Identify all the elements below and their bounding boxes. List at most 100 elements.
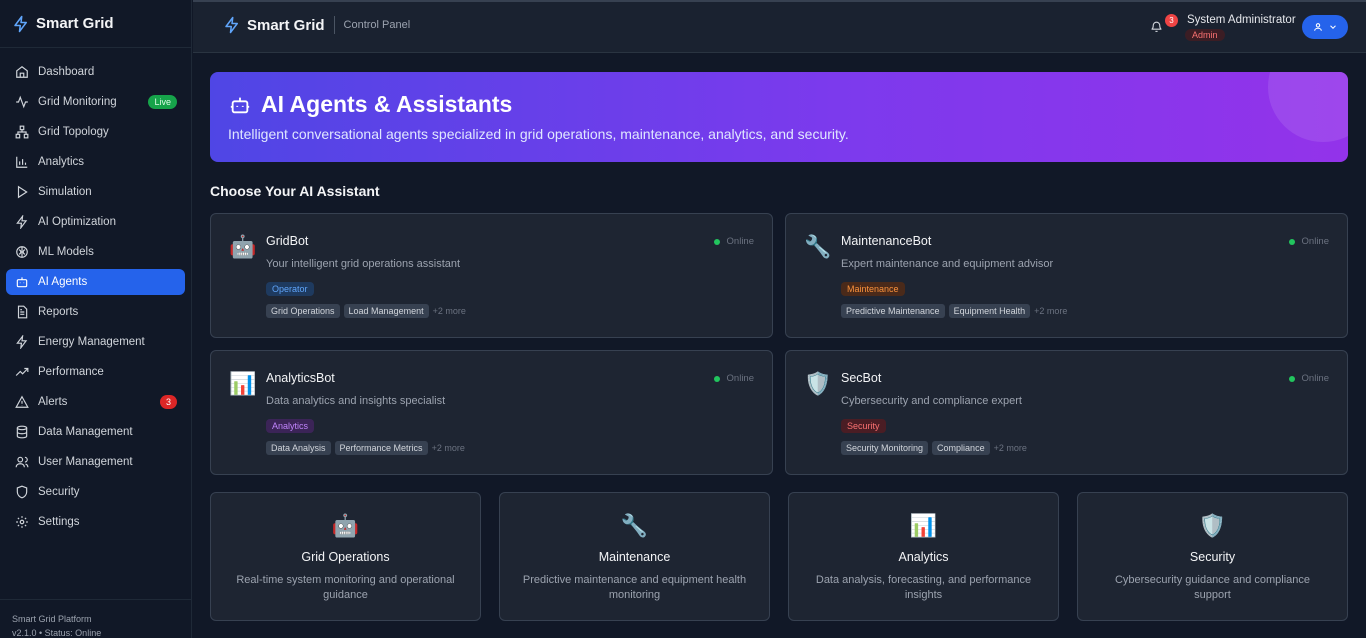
header-app-name: Smart Grid <box>247 16 325 34</box>
robot-icon: 🤖 <box>331 513 360 538</box>
brain-icon <box>16 246 28 258</box>
feature-card-security[interactable]: 🛡️ Security Cybersecurity guidance and c… <box>1077 492 1348 621</box>
sidebar-item-label: User Management <box>38 456 133 468</box>
bot-icon <box>230 97 250 114</box>
platform-name: Smart Grid Platform <box>12 614 92 624</box>
sidebar-item-label: ML Models <box>38 246 94 258</box>
sidebar-item-settings[interactable]: Settings <box>6 509 185 535</box>
brand-name: Smart Grid <box>36 15 114 32</box>
sidebar-item-label: Grid Topology <box>38 126 109 138</box>
sidebar-item-data-management[interactable]: Data Management <box>6 419 185 445</box>
bolt-icon <box>14 15 27 32</box>
bolt-icon <box>225 16 238 34</box>
feature-card-maintenance[interactable]: 🔧 Maintenance Predictive maintenance and… <box>499 492 770 621</box>
agent-name: AnalyticsBot <box>266 371 335 385</box>
sidebar-item-simulation[interactable]: Simulation <box>6 179 185 205</box>
sidebar: Smart Grid Dashboard Grid Monitoring Liv… <box>0 0 192 638</box>
sidebar-item-label: AI Optimization <box>38 216 116 228</box>
bot-icon <box>16 277 28 288</box>
wrench-icon: 🔧 <box>620 513 649 538</box>
agent-role-badge: Maintenance <box>841 282 905 296</box>
agent-role-badge: Analytics <box>266 419 315 433</box>
section-title: Choose Your AI Assistant <box>210 183 380 199</box>
hero-decoration <box>1268 72 1348 142</box>
sidebar-brand[interactable]: Smart Grid <box>0 0 191 48</box>
notification-badge: 3 <box>1165 14 1178 27</box>
sidebar-item-user-management[interactable]: User Management <box>6 449 185 475</box>
bell-icon[interactable] <box>1150 20 1163 33</box>
feature-title: Maintenance <box>598 550 671 564</box>
sidebar-item-ai-agents[interactable]: AI Agents <box>6 269 185 295</box>
agent-card-secbot[interactable]: 🛡️ SecBot Cybersecurity and compliance e… <box>785 350 1348 475</box>
agent-card-maintenancebot[interactable]: 🔧 MaintenanceBot Expert maintenance and … <box>785 213 1348 338</box>
feature-title: Grid Operations <box>301 550 390 564</box>
wrench-icon: 🔧 <box>804 234 832 259</box>
main-content: AI Agents & Assistants Intelligent conve… <box>193 55 1366 638</box>
robot-icon: 🤖 <box>229 234 257 259</box>
bolt-icon <box>16 215 28 229</box>
file-text-icon <box>17 305 28 319</box>
live-badge: Live <box>148 95 177 109</box>
agent-tag: Data Analysis <box>266 441 331 455</box>
sidebar-item-grid-topology[interactable]: Grid Topology <box>6 119 185 145</box>
user-icon <box>1313 23 1322 31</box>
sidebar-item-dashboard[interactable]: Dashboard <box>6 59 185 85</box>
sidebar-item-performance[interactable]: Performance <box>6 359 185 385</box>
trending-up-icon <box>15 367 29 376</box>
feature-card-grid-operations[interactable]: 🤖 Grid Operations Real-time system monit… <box>210 492 481 621</box>
bar-chart-icon <box>16 156 28 168</box>
agent-status: Online <box>1288 236 1329 247</box>
chart-icon: 📊 <box>909 513 938 538</box>
platform-version: v2.1.0 • Status: Online <box>12 628 102 638</box>
header-brand[interactable]: Smart Grid Control Panel <box>223 16 410 34</box>
agent-description: Data analytics and insights specialist <box>266 395 446 407</box>
sidebar-item-label: Security <box>38 486 80 498</box>
sidebar-item-reports[interactable]: Reports <box>6 299 185 325</box>
agent-tags: Data Analysis Performance Metrics +2 mor… <box>266 441 465 455</box>
sidebar-item-label: Settings <box>38 516 80 528</box>
bolt-icon <box>16 335 28 349</box>
status-text: Online <box>726 236 754 247</box>
sidebar-item-analytics[interactable]: Analytics <box>6 149 185 175</box>
sidebar-item-label: Energy Management <box>38 336 145 348</box>
agent-tag: Load Management <box>343 304 429 318</box>
status-dot <box>713 238 720 245</box>
feature-card-analytics[interactable]: 📊 Analytics Data analysis, forecasting, … <box>788 492 1059 621</box>
sidebar-item-label: Dashboard <box>38 66 95 78</box>
header-section: Control Panel <box>343 19 411 31</box>
sidebar-item-security[interactable]: Security <box>6 479 185 505</box>
sidebar-item-alerts[interactable]: Alerts 3 <box>6 389 185 415</box>
sidebar-item-label: Performance <box>38 366 104 378</box>
chevron-down-icon <box>1329 25 1336 29</box>
sidebar-item-ml-models[interactable]: ML Models <box>6 239 185 265</box>
hero-banner: AI Agents & Assistants Intelligent conve… <box>210 72 1348 162</box>
agent-role-badge: Operator <box>266 282 314 296</box>
shield-icon: 🛡️ <box>804 371 832 396</box>
more-tags: +2 more <box>432 306 466 316</box>
agent-name: GridBot <box>266 234 309 248</box>
feature-description: Real-time system monitoring and operatio… <box>236 574 455 601</box>
header-divider <box>333 16 335 34</box>
sidebar-item-energy-management[interactable]: Energy Management <box>6 329 185 355</box>
agent-tags: Security Monitoring Compliance +2 more <box>841 441 1027 455</box>
network-icon <box>15 125 29 139</box>
user-menu-button[interactable] <box>1302 15 1348 39</box>
home-icon <box>16 66 28 78</box>
agent-card-analyticsbot[interactable]: 📊 AnalyticsBot Data analytics and insigh… <box>210 350 773 475</box>
sidebar-item-label: Simulation <box>38 186 92 198</box>
status-dot <box>1288 375 1295 382</box>
agent-status: Online <box>1288 373 1329 384</box>
status-text: Online <box>726 373 754 384</box>
agent-tag: Predictive Maintenance <box>841 304 945 318</box>
agent-role-badge: Security <box>841 419 886 433</box>
agent-card-gridbot[interactable]: 🤖 GridBot Your intelligent grid operatio… <box>210 213 773 338</box>
sidebar-item-label: Grid Monitoring <box>38 96 117 108</box>
sidebar-item-grid-monitoring[interactable]: Grid Monitoring Live <box>6 89 185 115</box>
user-role-badge: Admin <box>1185 29 1225 41</box>
page-subtitle: Intelligent conversational agents specia… <box>228 126 849 142</box>
status-text: Online <box>1301 236 1329 247</box>
users-icon <box>15 456 29 468</box>
agent-name: MaintenanceBot <box>841 234 932 248</box>
sidebar-item-ai-optimization[interactable]: AI Optimization <box>6 209 185 235</box>
agent-tag: Grid Operations <box>266 304 340 318</box>
